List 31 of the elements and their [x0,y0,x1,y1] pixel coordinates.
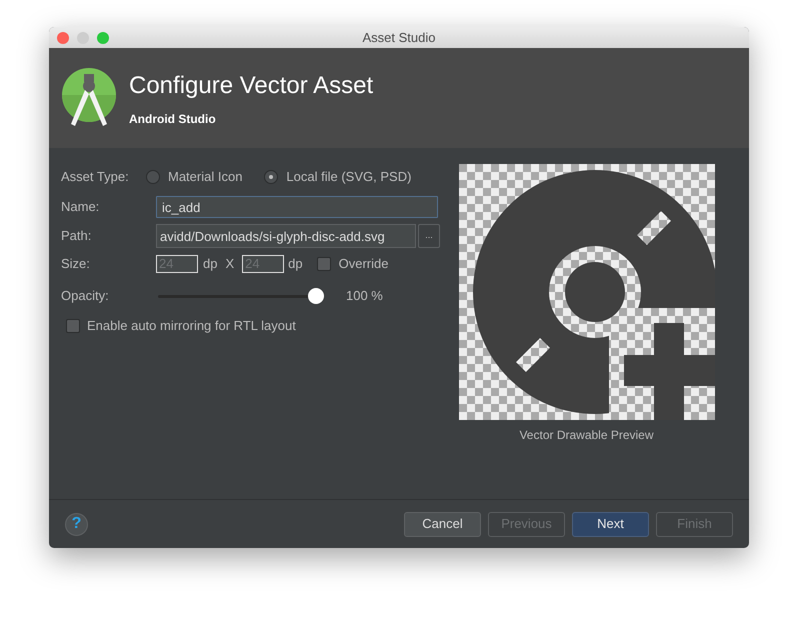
separator-label: X [225,255,234,274]
minimize-button[interactable] [77,32,89,44]
maximize-button[interactable] [97,32,109,44]
opacity-reading: 100 % [346,287,383,306]
field-label: Path: [61,227,92,246]
unit-label: dp [203,255,218,274]
checkbox-label: Override [338,255,388,274]
radio-button[interactable] [264,170,278,184]
radio-option[interactable]: Local file (SVG, PSD) [264,167,412,187]
checkbox[interactable] [66,318,80,333]
path-input[interactable]: avidd/Downloads/si-glyph-disc-add.svg [156,224,416,248]
field-label: Asset Type: [61,168,130,186]
dialog-button[interactable]: Next [572,512,649,536]
name-input[interactable]: ic_add [156,196,438,218]
browse-button[interactable]: ... [418,224,440,248]
checkbox-label: Enable auto mirroring for RTL layout [87,317,296,335]
window-title: Asset Studio [362,28,436,47]
help-button[interactable]: ? [65,512,88,536]
header-title: Configure Vector Asset [129,71,374,101]
radio-option[interactable]: Material Icon [146,167,242,187]
dialog-button[interactable]: Cancel [404,512,481,536]
preview-caption: Vector Drawable Preview [519,427,654,444]
unit-label: dp [288,255,303,274]
slider-thumb[interactable] [308,288,324,304]
field-label: Size: [61,255,91,274]
field-label: Opacity: [61,287,110,306]
header-subtitle: Android Studio [129,111,217,128]
radio-button[interactable] [146,170,160,184]
field-label: Name: [61,198,100,216]
close-button[interactable] [57,32,69,44]
compass-logo-icon [62,68,116,128]
